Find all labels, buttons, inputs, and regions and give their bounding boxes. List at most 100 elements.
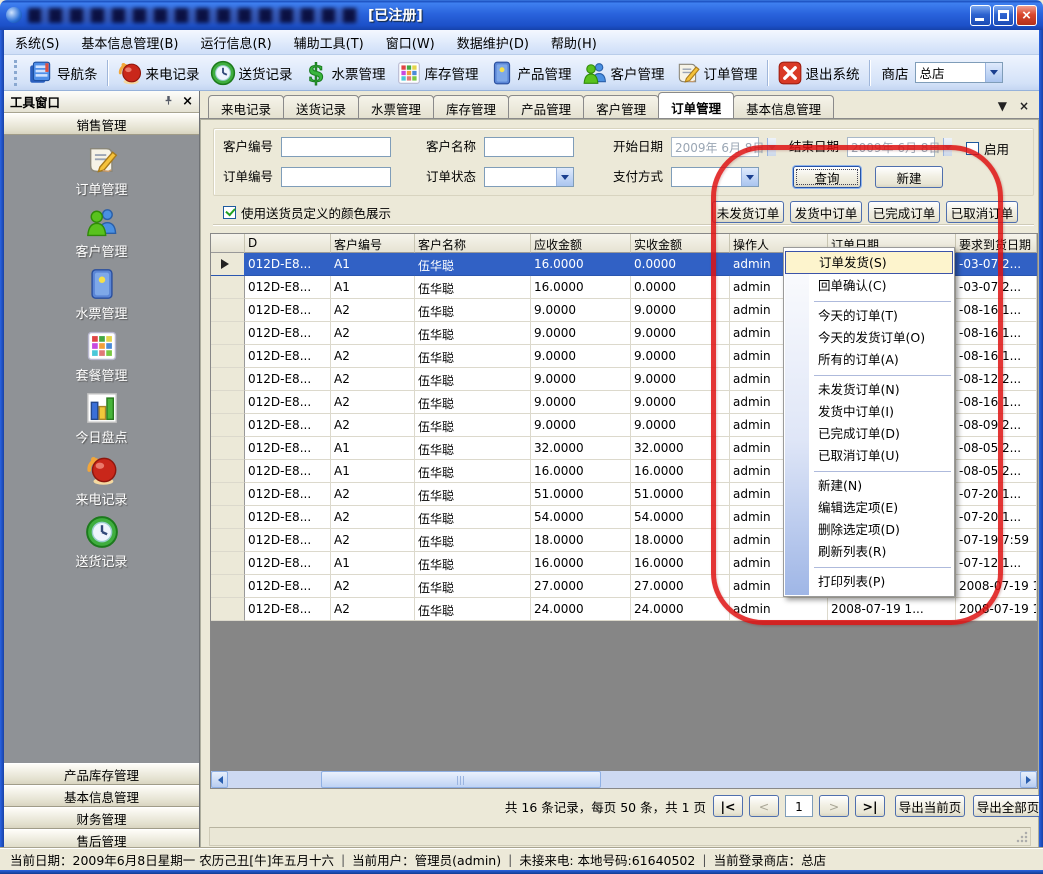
context-menu-item[interactable]: 所有的订单(A): [784, 349, 954, 371]
prev-page-button[interactable]: <: [749, 795, 779, 817]
grid-header-cell[interactable]: 实收金额: [631, 234, 730, 253]
sidebar-group-sales[interactable]: 销售管理: [4, 113, 199, 135]
context-menu-item[interactable]: 已完成订单(D): [784, 423, 954, 445]
toolbar-button-exit-system[interactable]: 退出系统: [772, 58, 865, 88]
chevron-down-icon: [767, 138, 776, 156]
page-number-input[interactable]: 1: [785, 795, 813, 817]
scroll-right-icon[interactable]: [1020, 771, 1037, 788]
delivery-color-checkbox[interactable]: 使用送货员定义的颜色展示: [223, 203, 391, 222]
tab-5[interactable]: 产品管理: [508, 95, 584, 118]
context-menu-item[interactable]: 打印列表(P): [784, 571, 954, 593]
tab-3[interactable]: 水票管理: [358, 95, 434, 118]
scroll-left-icon[interactable]: [211, 771, 228, 788]
tab-2[interactable]: 送货记录: [283, 95, 359, 118]
context-menu-item[interactable]: 已取消订单(U): [784, 445, 954, 467]
scrollbar-thumb[interactable]: [321, 771, 601, 788]
order-status-select[interactable]: [484, 167, 574, 187]
customer-name-label: 客户名称: [426, 137, 476, 157]
grid-row[interactable]: 012D-E8...A2伍华聪24.000024.0000admin2008-0…: [211, 598, 1037, 621]
tab-close-icon[interactable]: ×: [1019, 99, 1029, 113]
context-menu-item[interactable]: 刷新列表(R): [784, 541, 954, 563]
pin-icon[interactable]: [163, 94, 174, 109]
toolbar-button-water-ticket[interactable]: $水票管理: [298, 58, 391, 88]
grid-cell: -07-20 1...: [956, 506, 1037, 529]
toolbar-button-product[interactable]: 产品管理: [484, 58, 577, 88]
grid-header-cell[interactable]: 应收金额: [531, 234, 631, 253]
sidebar-close-icon[interactable]: ×: [182, 94, 193, 109]
filter-button-2[interactable]: 发货中订单: [790, 201, 862, 223]
sidebar-section-header[interactable]: 基本信息管理: [4, 785, 199, 807]
context-menu-item[interactable]: 新建(N): [784, 475, 954, 497]
grid-header-cell[interactable]: 客户编号: [331, 234, 415, 253]
customer-no-input[interactable]: [281, 137, 391, 157]
sidebar-item-order-mgmt[interactable]: 订单管理: [42, 143, 162, 205]
menu-item[interactable]: 系统(S): [4, 30, 70, 55]
grid-cell: 012D-E8...: [245, 437, 331, 460]
toolbar-button-customer[interactable]: 客户管理: [577, 58, 670, 88]
close-button[interactable]: ×: [1016, 5, 1037, 26]
row-marker-cell: [211, 598, 245, 621]
filter-button-1[interactable]: 未发货订单: [712, 201, 784, 223]
grid-header-cell[interactable]: 客户名称: [415, 234, 531, 253]
next-page-button[interactable]: >: [819, 795, 849, 817]
start-date-picker[interactable]: 2009年 6月 8日: [671, 137, 759, 157]
menu-item[interactable]: 窗口(W): [375, 30, 446, 55]
menu-item[interactable]: 数据维护(D): [446, 30, 540, 55]
toolbar-button-inventory[interactable]: 库存管理: [391, 58, 484, 88]
menu-item[interactable]: 运行信息(R): [189, 30, 282, 55]
pay-method-select[interactable]: [671, 167, 759, 187]
export-current-page-button[interactable]: 导出当前页: [895, 795, 965, 817]
sidebar-item-package-mgmt[interactable]: 套餐管理: [42, 329, 162, 391]
sidebar-item-water-ticket-mgmt[interactable]: 水票管理: [42, 267, 162, 329]
query-button[interactable]: 查询: [793, 166, 861, 188]
toolbar-button-nav-strip[interactable]: 导航条: [23, 58, 103, 88]
grid-cell: 012D-E8...: [245, 414, 331, 437]
context-menu-item[interactable]: 未发货订单(N): [784, 379, 954, 401]
sidebar-item-call-records[interactable]: 来电记录: [42, 453, 162, 515]
last-page-button[interactable]: >|: [855, 795, 885, 817]
toolbar-button-delivery-records[interactable]: 送货记录: [205, 58, 298, 88]
horizontal-scrollbar[interactable]: [211, 771, 1037, 788]
sidebar-item-today-stocktake[interactable]: 今日盘点: [42, 391, 162, 453]
tab-8[interactable]: 基本信息管理: [733, 95, 834, 118]
order-no-input[interactable]: [281, 167, 391, 187]
minimize-button[interactable]: [970, 5, 991, 26]
export-all-pages-button[interactable]: 导出全部页: [973, 795, 1043, 817]
context-menu-item[interactable]: 订单发货(S): [785, 251, 953, 274]
tab-list-chevron-down-icon[interactable]: ▼: [998, 99, 1007, 113]
tab-4[interactable]: 库存管理: [433, 95, 509, 118]
sidebar-section-header[interactable]: 产品库存管理: [4, 763, 199, 785]
grid-cell: 012D-E8...: [245, 552, 331, 575]
context-menu-item[interactable]: 发货中订单(I): [784, 401, 954, 423]
toolbar-button-call-records[interactable]: 来电记录: [112, 58, 205, 88]
filter-button-4[interactable]: 已取消订单: [946, 201, 1018, 223]
context-menu-item[interactable]: 编辑选定项(E): [784, 497, 954, 519]
menu-item[interactable]: 辅助工具(T): [283, 30, 375, 55]
grid-header-cell[interactable]: 要求到货日期: [956, 234, 1037, 253]
scrollbar-track[interactable]: [228, 771, 1020, 788]
restore-button[interactable]: [993, 5, 1014, 26]
menu-item[interactable]: 帮助(H): [540, 30, 608, 55]
first-page-button[interactable]: |<: [713, 795, 743, 817]
context-menu-item[interactable]: 删除选定项(D): [784, 519, 954, 541]
end-date-picker[interactable]: 2009年 6月 8日: [847, 137, 935, 157]
grid-header-cell[interactable]: D: [245, 234, 331, 253]
grid-header-cell[interactable]: [211, 234, 245, 253]
shop-select[interactable]: 总店: [915, 62, 1003, 83]
sidebar-section-header[interactable]: 财务管理: [4, 807, 199, 829]
customer-name-input[interactable]: [484, 137, 574, 157]
context-menu-item[interactable]: 今天的订单(T): [784, 305, 954, 327]
end-date-label: 结束日期: [789, 137, 839, 157]
context-menu-item[interactable]: 回单确认(C): [784, 275, 954, 297]
menu-item[interactable]: 基本信息管理(B): [70, 30, 189, 55]
new-button[interactable]: 新建: [875, 166, 943, 188]
tab-7[interactable]: 订单管理: [658, 92, 734, 118]
toolbar-button-order[interactable]: 订单管理: [670, 58, 763, 88]
sidebar-item-delivery-records[interactable]: 送货记录: [42, 515, 162, 577]
tab-1[interactable]: 来电记录: [208, 95, 284, 118]
filter-button-3[interactable]: 已完成订单: [868, 201, 940, 223]
enable-checkbox[interactable]: 启用: [966, 139, 1009, 158]
context-menu-item[interactable]: 今天的发货订单(O): [784, 327, 954, 349]
sidebar-item-customer-mgmt[interactable]: 客户管理: [42, 205, 162, 267]
tab-6[interactable]: 客户管理: [583, 95, 659, 118]
